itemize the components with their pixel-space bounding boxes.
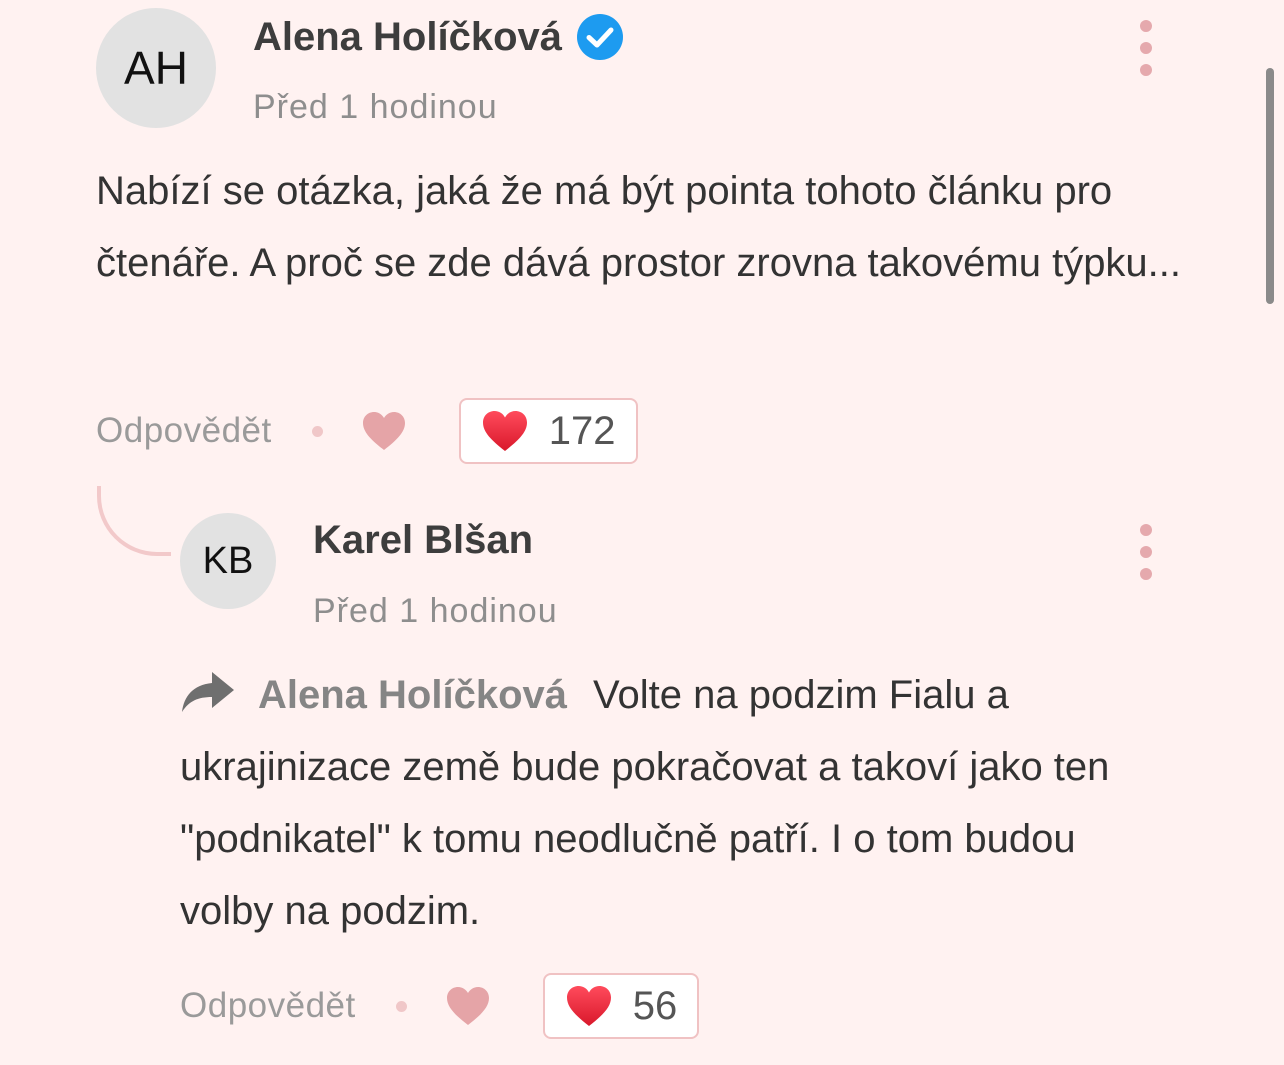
author-name[interactable]: Karel Blšan — [313, 518, 533, 563]
like-heart-icon[interactable] — [445, 985, 491, 1027]
like-count-button[interactable]: 56 — [542, 973, 700, 1039]
avatar-initials: AH — [124, 42, 188, 94]
heart-icon — [481, 409, 529, 453]
comments-page: AH Alena Holíčková Před 1 hodinou Nabízí… — [0, 0, 1284, 1065]
more-options-icon[interactable] — [1134, 524, 1158, 580]
reply-arrow-icon — [180, 665, 236, 712]
comment-text-container: Alena Holíčková Volte na podzim Fialu a u… — [180, 659, 1180, 947]
comment-timestamp: Před 1 hodinou — [313, 592, 558, 630]
thread-connector-line — [97, 486, 171, 556]
like-heart-icon[interactable] — [361, 410, 407, 452]
comment-author[interactable]: Alena Holíčková — [253, 12, 624, 62]
reply-mention[interactable]: Alena Holíčková — [258, 673, 567, 717]
verified-badge-icon — [576, 13, 624, 61]
separator-dot — [311, 425, 323, 437]
scrollbar[interactable] — [1266, 68, 1274, 304]
avatar-initials: KB — [202, 539, 254, 582]
reply-button[interactable]: Odpovědět — [180, 986, 356, 1026]
avatar[interactable]: KB — [180, 513, 276, 609]
more-options-icon[interactable] — [1134, 20, 1158, 76]
comment-actions: Odpovědět 56 — [180, 971, 700, 1041]
avatar[interactable]: AH — [96, 8, 216, 128]
comment-actions: Odpovědět 172 — [96, 396, 638, 466]
author-name[interactable]: Alena Holíčková — [253, 15, 562, 60]
like-count-button[interactable]: 172 — [458, 398, 638, 464]
like-count: 172 — [548, 408, 616, 453]
comment-author[interactable]: Karel Blšan — [313, 515, 533, 565]
comment-timestamp: Před 1 hodinou — [253, 88, 498, 126]
like-count: 56 — [632, 983, 678, 1028]
reply-button[interactable]: Odpovědět — [96, 411, 272, 451]
comment-text: Nabízí se otázka, jaká že má být pointa … — [96, 169, 1182, 285]
heart-icon — [565, 984, 613, 1028]
separator-dot — [395, 1000, 407, 1012]
